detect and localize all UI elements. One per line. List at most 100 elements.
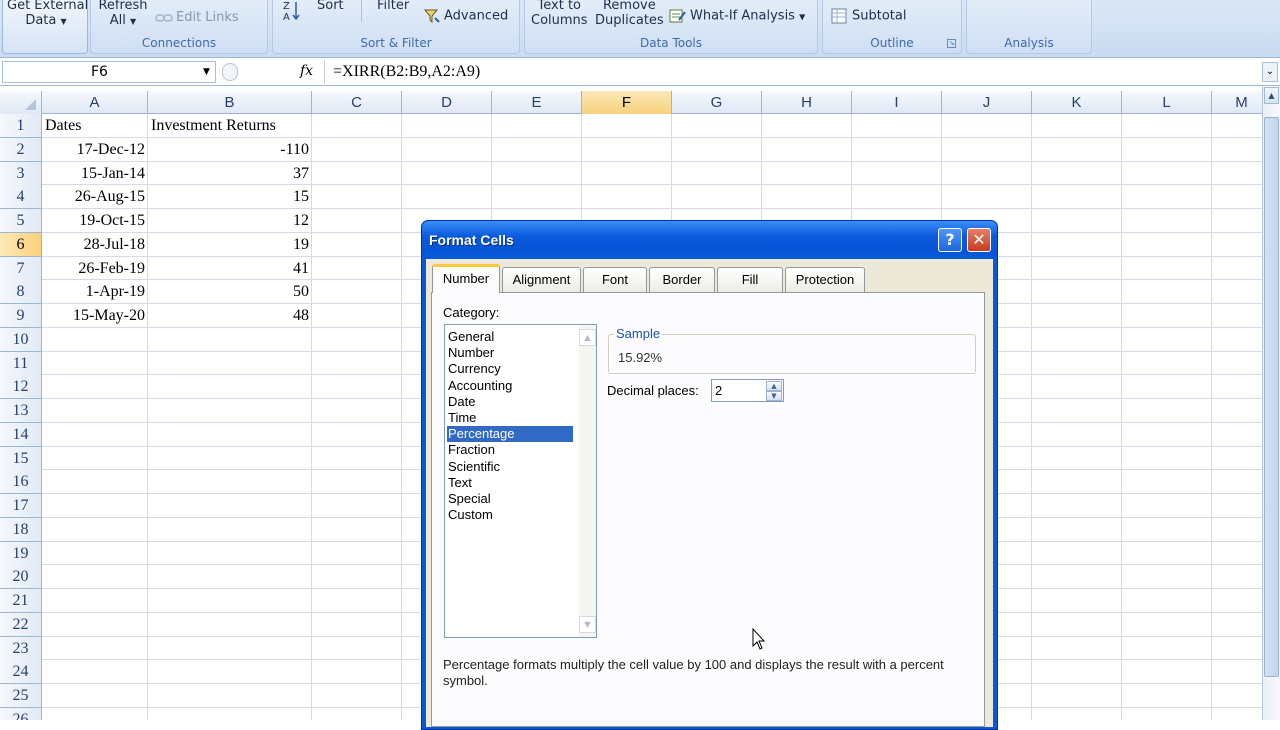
row-header-17[interactable]: 17 [0, 494, 42, 518]
category-item-time[interactable]: Time [447, 410, 573, 426]
row-header-6[interactable]: 6 [0, 232, 42, 257]
row-header-24[interactable]: 24 [0, 660, 42, 685]
spin-up-icon[interactable]: ▲ [766, 381, 782, 391]
tab-border[interactable]: Border [649, 267, 715, 292]
row-header-14[interactable]: 14 [0, 422, 42, 447]
row-header-7[interactable]: 7 [0, 256, 42, 281]
row-header-3[interactable]: 3 [0, 161, 42, 186]
column-header-i[interactable]: I [852, 91, 942, 114]
category-list-scrollbar[interactable]: ▲ ▼ [579, 325, 596, 637]
column-header-b[interactable]: B [148, 91, 312, 114]
row-header-1[interactable]: 1 [0, 114, 42, 138]
cell-a7[interactable]: 26-Feb-19 [42, 257, 148, 280]
row-header-10[interactable]: 10 [0, 327, 42, 352]
column-header-c[interactable]: C [312, 91, 402, 114]
select-all-corner[interactable] [0, 91, 42, 114]
tab-fill[interactable]: Fill [717, 267, 783, 292]
what-if-analysis-button[interactable]: What-If Analysis ▼ [669, 8, 805, 25]
column-header-e[interactable]: E [492, 91, 582, 114]
row-header-13[interactable]: 13 [0, 399, 42, 423]
tab-protection[interactable]: Protection [785, 267, 865, 292]
row-header-12[interactable]: 12 [0, 375, 42, 400]
formula-bar-handle[interactable] [222, 63, 238, 81]
category-item-number[interactable]: Number [447, 345, 573, 361]
column-header-h[interactable]: H [762, 91, 852, 114]
cell-b6[interactable]: 19 [148, 233, 312, 256]
cell-a2[interactable]: 17-Dec-12 [42, 138, 148, 161]
row-header-25[interactable]: 25 [0, 684, 42, 708]
sort-button[interactable]: Sort [317, 0, 344, 13]
refresh-all-button[interactable]: Refresh All ▼ [93, 0, 153, 29]
cell-b8[interactable]: 50 [148, 280, 312, 303]
row-header-11[interactable]: 11 [0, 351, 42, 376]
row-header-15[interactable]: 15 [0, 446, 42, 471]
cell-b5[interactable]: 12 [148, 209, 312, 232]
remove-duplicates-button[interactable]: Remove Duplicates [595, 0, 664, 28]
formula-input[interactable]: =XIRR(B2:B9,A2:A9) [324, 60, 1260, 84]
column-header-m[interactable]: M [1212, 91, 1262, 114]
cell-b2[interactable]: -110 [148, 138, 312, 161]
cell-a6[interactable]: 28-Jul-18 [42, 233, 148, 256]
column-header-g[interactable]: G [672, 91, 762, 114]
cell-b9[interactable]: 48 [148, 304, 312, 327]
category-item-general[interactable]: General [447, 329, 573, 345]
row-header-21[interactable]: 21 [0, 589, 42, 613]
scroll-up-arrow-icon[interactable]: ▲ [1264, 87, 1279, 104]
row-header-23[interactable]: 23 [0, 636, 42, 661]
scrollbar-thumb[interactable] [1264, 117, 1279, 677]
decimal-places-value[interactable]: 2 [715, 383, 722, 398]
name-box-dropdown-icon[interactable]: ▼ [203, 62, 210, 82]
subtotal-button[interactable]: Subtotal [831, 8, 906, 24]
dialog-titlebar[interactable]: Format Cells ? ✕ [422, 221, 997, 259]
vertical-scrollbar[interactable]: ▲ [1262, 87, 1280, 720]
dialog-launcher-icon[interactable]: ↘ [947, 39, 956, 48]
category-item-fraction[interactable]: Fraction [447, 442, 573, 458]
cell-b1[interactable]: Investment Returns [148, 114, 312, 137]
category-item-custom[interactable]: Custom [447, 507, 573, 523]
column-header-j[interactable]: J [942, 91, 1032, 114]
cell-a1[interactable]: Dates [42, 114, 148, 137]
filter-button[interactable]: Filter [377, 0, 409, 13]
advanced-button[interactable]: Advanced [423, 8, 508, 24]
tab-number[interactable]: Number [432, 264, 500, 293]
category-item-currency[interactable]: Currency [447, 361, 573, 377]
cell-b4[interactable]: 15 [148, 185, 312, 208]
row-header-4[interactable]: 4 [0, 185, 42, 210]
cell-b3[interactable]: 37 [148, 162, 312, 185]
decimal-places-stepper[interactable]: 2 ▲ ▼ [711, 379, 784, 402]
category-item-scientific[interactable]: Scientific [447, 459, 573, 475]
row-header-2[interactable]: 2 [0, 137, 42, 162]
column-header-f[interactable]: F [582, 91, 672, 114]
category-item-special[interactable]: Special [447, 491, 573, 507]
category-item-text[interactable]: Text [447, 475, 573, 491]
column-header-l[interactable]: L [1122, 91, 1212, 114]
row-header-9[interactable]: 9 [0, 304, 42, 328]
cell-a3[interactable]: 15-Jan-14 [42, 162, 148, 185]
column-header-a[interactable]: A [42, 91, 148, 114]
category-item-accounting[interactable]: Accounting [447, 378, 573, 394]
cell-a5[interactable]: 19-Oct-15 [42, 209, 148, 232]
row-header-19[interactable]: 19 [0, 541, 42, 566]
cell-a9[interactable]: 15-May-20 [42, 304, 148, 327]
cell-a4[interactable]: 26-Aug-15 [42, 185, 148, 208]
text-to-columns-button[interactable]: Text to Columns [531, 0, 588, 28]
category-item-percentage[interactable]: Percentage [446, 425, 574, 444]
list-scroll-down-icon[interactable]: ▼ [579, 616, 596, 633]
category-item-date[interactable]: Date [447, 394, 573, 410]
sort-az-icon[interactable]: ZA [281, 0, 301, 22]
row-header-26[interactable]: 26 [0, 707, 42, 720]
get-external-data-button[interactable]: Get External Data ▼ [7, 0, 88, 29]
row-header-22[interactable]: 22 [0, 612, 42, 637]
spin-down-icon[interactable]: ▼ [766, 391, 782, 401]
cell-a8[interactable]: 1-Apr-19 [42, 280, 148, 303]
edit-links-button[interactable]: Edit Links [155, 10, 239, 25]
row-header-20[interactable]: 20 [0, 565, 42, 590]
tab-alignment[interactable]: Alignment [502, 267, 581, 292]
list-scroll-up-icon[interactable]: ▲ [579, 329, 596, 346]
tab-font[interactable]: Font [583, 267, 647, 292]
column-header-d[interactable]: D [402, 91, 492, 114]
expand-formula-bar-icon[interactable]: ⌄ [1262, 62, 1278, 82]
row-header-8[interactable]: 8 [0, 280, 42, 305]
insert-function-button[interactable]: fx [300, 63, 313, 79]
help-button[interactable]: ? [938, 228, 962, 252]
